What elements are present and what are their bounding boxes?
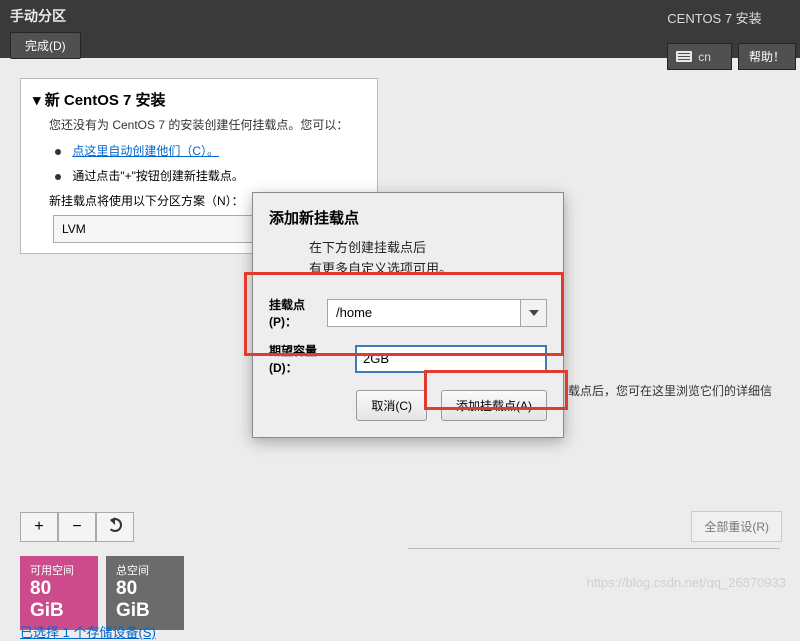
watermark-text: https://blog.csdn.net/qq_26870933 <box>587 575 787 590</box>
hint-text: 载点后，您可在这里浏览它们的详细信 <box>568 382 772 399</box>
bullet-icon <box>55 174 61 180</box>
total-value: 80 GiB <box>116 578 174 622</box>
refresh-icon <box>108 518 122 532</box>
available-space-card: 可用空间 80 GiB <box>20 556 98 630</box>
auto-create-link[interactable]: 点这里自动创建他们（C）。 <box>72 144 219 158</box>
product-label: CENTOS 7 安装 <box>667 8 786 27</box>
add-mount-button[interactable]: + <box>20 512 58 542</box>
manual-text: 通过点击"+"按钮创建新挂载点。 <box>72 169 244 183</box>
cancel-button[interactable]: 取消(C) <box>356 390 427 421</box>
dialog-title: 添加新挂载点 <box>269 207 547 228</box>
panel-subtext: 您还没有为 CentOS 7 的安装创建任何挂载点。您可以： <box>49 116 365 134</box>
capacity-input[interactable] <box>355 345 547 373</box>
reset-all-button[interactable]: 全部重设(R) <box>691 511 782 542</box>
add-mount-dialog: 添加新挂载点 在下方创建挂载点后 有更多自定义选项可用。 挂载点(P)： 期望容… <box>252 192 564 438</box>
divider <box>408 548 780 549</box>
total-space-card: 总空间 80 GiB <box>106 556 184 630</box>
mount-point-combo[interactable] <box>327 299 547 327</box>
mount-point-label: 挂载点(P)： <box>269 296 317 330</box>
avail-value: 80 GiB <box>30 578 88 622</box>
scheme-value: LVM <box>62 222 86 236</box>
remove-mount-button[interactable]: − <box>58 512 96 542</box>
capacity-label: 期望容量(D)： <box>269 342 345 376</box>
refresh-button[interactable] <box>96 512 134 542</box>
mount-point-input[interactable] <box>328 300 520 326</box>
mount-toolbar: + − <box>20 512 134 542</box>
done-button[interactable]: 完成(D) <box>10 32 81 59</box>
storage-devices-link[interactable]: 已选择 1 个存储设备(S) <box>20 622 156 641</box>
add-mount-point-button[interactable]: 添加挂载点(A) <box>441 390 547 421</box>
avail-label: 可用空间 <box>30 562 88 578</box>
mount-point-dropdown[interactable] <box>520 300 546 326</box>
bullet-icon <box>55 149 61 155</box>
dialog-description: 在下方创建挂载点后 有更多自定义选项可用。 <box>309 238 547 280</box>
panel-heading[interactable]: 新 CentOS 7 安装 <box>33 89 365 110</box>
chevron-down-icon <box>529 310 539 316</box>
total-label: 总空间 <box>116 562 174 578</box>
page-title: 手动分区 <box>10 6 81 26</box>
